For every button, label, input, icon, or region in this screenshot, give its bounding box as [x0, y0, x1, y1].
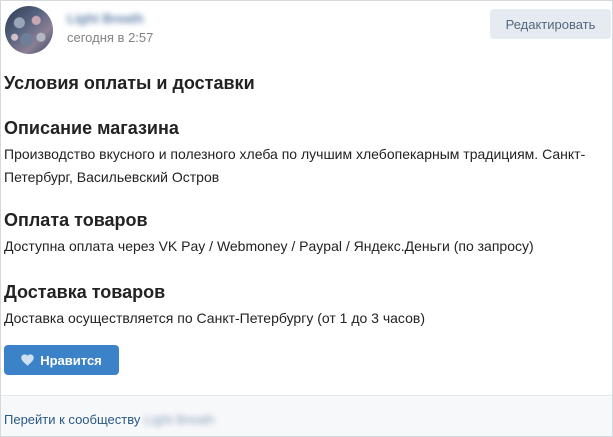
edit-button[interactable]: Редактировать [490, 9, 611, 39]
section-heading-delivery: Доставка товаров [4, 282, 166, 302]
heart-icon [21, 354, 34, 366]
community-name: Light Breath [144, 412, 215, 427]
like-button[interactable]: Нравится [4, 345, 119, 375]
avatar[interactable] [5, 6, 53, 54]
section-heading-shop-description: Описание магазина [4, 118, 179, 138]
page-title: Условия оплаты и доставки [4, 73, 255, 93]
post-footer: Перейти к сообществу Light Breath [1, 395, 612, 436]
author-name[interactable]: Light Breath [67, 11, 144, 26]
section-text-delivery: Доставка осуществляется по Санкт-Петербу… [4, 310, 425, 326]
go-to-community-link[interactable]: Перейти к сообществу Light Breath [4, 412, 214, 427]
section-text-shop-description: Производство вкусного и полезного хлеба … [4, 146, 586, 185]
post-header: Light Breath сегодня в 2:57 Редактироват… [1, 1, 612, 63]
section-heading-payment: Оплата товаров [4, 210, 148, 230]
community-link-text: Перейти к сообществу [4, 412, 141, 427]
post-time[interactable]: сегодня в 2:57 [67, 30, 153, 45]
post-card: Light Breath сегодня в 2:57 Редактироват… [0, 0, 613, 437]
section-text-payment: Доступна оплата через VK Pay / Webmoney … [4, 238, 534, 254]
like-button-label: Нравится [40, 352, 102, 368]
